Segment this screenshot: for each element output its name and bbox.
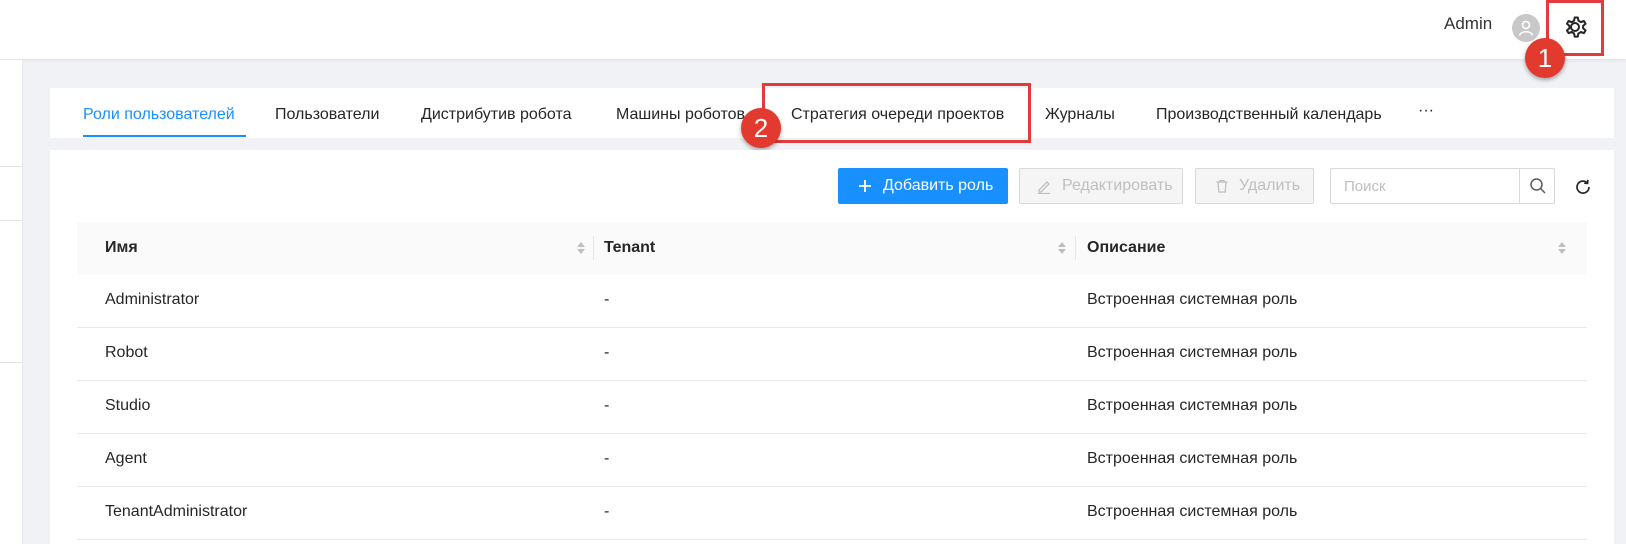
cell-tenant: -	[604, 450, 610, 467]
column-divider	[593, 236, 594, 260]
column-header-description[interactable]: Описание	[1087, 239, 1165, 257]
top-bar: Admin	[0, 0, 1626, 60]
active-tab-indicator	[83, 135, 246, 137]
trash-icon	[1216, 179, 1228, 193]
sort-icon[interactable]	[1557, 240, 1567, 256]
plus-icon	[859, 180, 871, 192]
sort-icon[interactable]	[576, 240, 586, 256]
user-name[interactable]: Admin	[1444, 14, 1492, 34]
tab-user-roles[interactable]: Роли пользователей	[83, 106, 235, 124]
table-row[interactable]: Robot - Встроенная системная роль	[77, 328, 1587, 381]
column-header-tenant[interactable]: Tenant	[604, 239, 655, 257]
cell-description: Встроенная системная роль	[1087, 450, 1298, 467]
delete-label: Удалить	[1239, 177, 1301, 194]
search-button[interactable]	[1519, 169, 1556, 203]
table-row[interactable]: TenantAdministrator - Встроенная системн…	[77, 487, 1587, 540]
cell-name: Agent	[105, 450, 147, 467]
column-divider	[1075, 236, 1076, 260]
add-role-label: Добавить роль	[883, 177, 994, 194]
table-row[interactable]: Agent - Встроенная системная роль	[77, 434, 1587, 487]
cell-name: TenantAdministrator	[105, 503, 248, 520]
tab-robot-distribution[interactable]: Дистрибутив робота	[421, 106, 572, 124]
cell-description: Встроенная системная роль	[1087, 503, 1298, 520]
cell-name: Studio	[105, 397, 151, 414]
column-header-name[interactable]: Имя	[105, 239, 138, 257]
table-row[interactable]: Studio - Встроенная системная роль	[77, 381, 1587, 434]
annotation-number-2: 2	[741, 108, 781, 148]
cell-tenant: -	[604, 503, 610, 520]
table-header: Имя Tenant Описание	[77, 222, 1587, 276]
tab-users[interactable]: Пользователи	[275, 106, 379, 124]
edit-icon	[1038, 181, 1050, 194]
annotation-number-1: 1	[1525, 38, 1565, 78]
search-input[interactable]	[1332, 170, 1512, 202]
search-icon	[1530, 178, 1546, 194]
cell-description: Встроенная системная роль	[1087, 344, 1298, 361]
tab-production-calendar[interactable]: Производственный календарь	[1156, 106, 1382, 124]
annotation-box-queue-strategy	[762, 83, 1031, 143]
edit-label: Редактировать	[1062, 177, 1173, 194]
cell-tenant: -	[604, 291, 610, 308]
avatar-person-icon	[1518, 20, 1534, 36]
cell-description: Встроенная системная роль	[1087, 291, 1298, 308]
tab-robot-machines[interactable]: Машины роботов	[616, 106, 745, 124]
cell-description: Встроенная системная роль	[1087, 397, 1298, 414]
tabs-more-button[interactable]: ···	[1418, 102, 1434, 120]
refresh-icon[interactable]	[1572, 176, 1594, 198]
cell-tenant: -	[604, 344, 610, 361]
cell-tenant: -	[604, 397, 610, 414]
sidebar	[0, 60, 23, 544]
cell-name: Administrator	[105, 291, 200, 308]
search-box	[1330, 168, 1555, 204]
delete-button[interactable]: Удалить	[1195, 168, 1314, 204]
add-role-button[interactable]: Добавить роль	[838, 168, 1008, 204]
tab-logs[interactable]: Журналы	[1045, 106, 1115, 124]
table-row[interactable]: Administrator - Встроенная системная рол…	[77, 275, 1587, 328]
user-icon[interactable]	[1512, 14, 1540, 42]
cell-name: Robot	[105, 344, 148, 361]
edit-button[interactable]: Редактировать	[1019, 168, 1183, 204]
sort-icon[interactable]	[1057, 240, 1067, 256]
